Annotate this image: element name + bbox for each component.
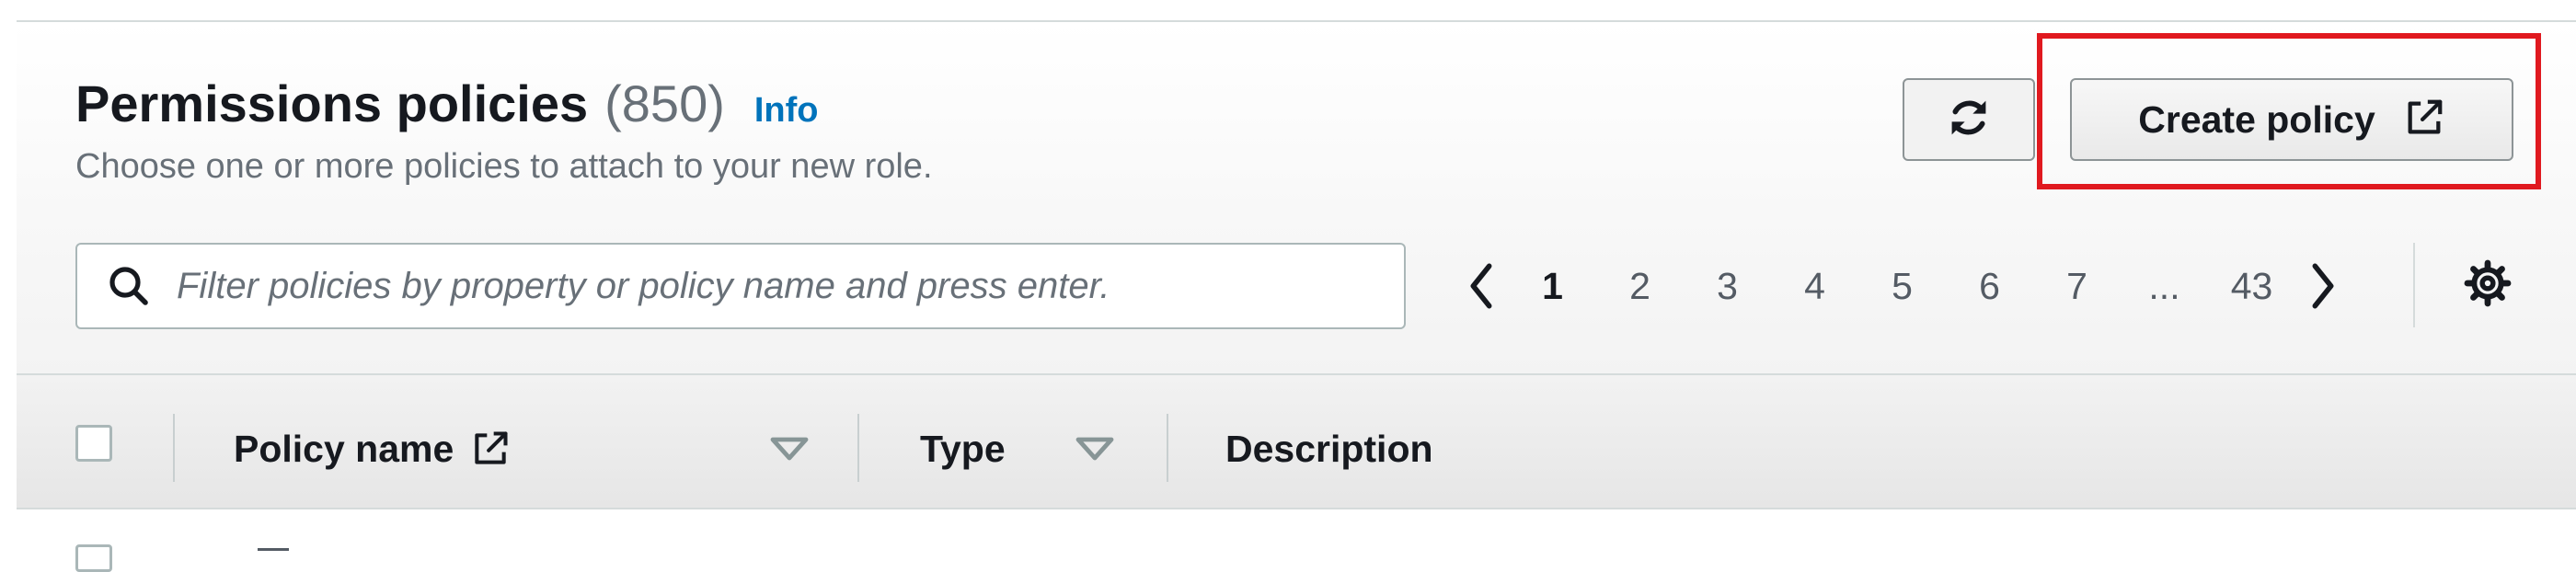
external-link-icon — [470, 429, 511, 469]
panel-description: Choose one or more policies to attach to… — [75, 147, 933, 186]
search-field[interactable] — [75, 243, 1406, 329]
page-5[interactable]: 5 — [1858, 265, 1946, 308]
info-link[interactable]: Info — [754, 91, 819, 131]
page-6[interactable]: 6 — [1946, 265, 2033, 308]
column-header-policy-name[interactable]: Policy name — [234, 421, 511, 476]
page-title: Permissions policies — [75, 74, 589, 132]
preferences-button[interactable] — [2451, 248, 2524, 322]
select-all-checkbox[interactable] — [75, 425, 112, 462]
column-header-description: Description — [1225, 421, 1433, 476]
chevron-right-icon — [2312, 263, 2334, 309]
search-icon — [107, 264, 151, 308]
page-43[interactable]: 43 — [2208, 265, 2295, 308]
sort-caret-down-icon[interactable] — [769, 436, 810, 466]
pagination: 1 2 3 4 5 6 7 ... 43 — [1454, 243, 2351, 329]
refresh-button[interactable] — [1903, 78, 2035, 161]
gear-icon — [2463, 258, 2513, 313]
sort-caret-down-icon[interactable] — [1075, 436, 1115, 466]
table-header: Policy name Type Description — [17, 373, 2576, 509]
chevron-left-icon — [1470, 263, 1492, 309]
column-separator — [1167, 414, 1168, 482]
page-2[interactable]: 2 — [1596, 265, 1684, 308]
page-3[interactable]: 3 — [1684, 265, 1771, 308]
page-4[interactable]: 4 — [1771, 265, 1858, 308]
page-7[interactable]: 7 — [2033, 265, 2121, 308]
column-separator — [857, 414, 859, 482]
column-separator — [173, 414, 175, 482]
policy-count: (850) — [604, 74, 725, 132]
refresh-icon — [1945, 94, 1993, 146]
search-input[interactable] — [175, 264, 1404, 308]
create-policy-highlight — [2037, 33, 2541, 189]
column-label-description: Description — [1225, 427, 1433, 470]
page-ellipsis: ... — [2148, 264, 2180, 307]
row-radio-partial — [258, 548, 289, 551]
column-label-type: Type — [920, 427, 1006, 470]
previous-page-button[interactable] — [1454, 243, 1509, 329]
column-header-type[interactable]: Type — [920, 421, 1006, 476]
panel-header: Permissions policies (850) Info — [75, 74, 819, 140]
row-checkbox[interactable] — [75, 544, 112, 572]
next-page-button[interactable] — [2295, 243, 2351, 329]
pagination-divider — [2413, 243, 2415, 327]
page-1[interactable]: 1 — [1509, 265, 1596, 308]
column-label-policy-name: Policy name — [234, 427, 454, 470]
